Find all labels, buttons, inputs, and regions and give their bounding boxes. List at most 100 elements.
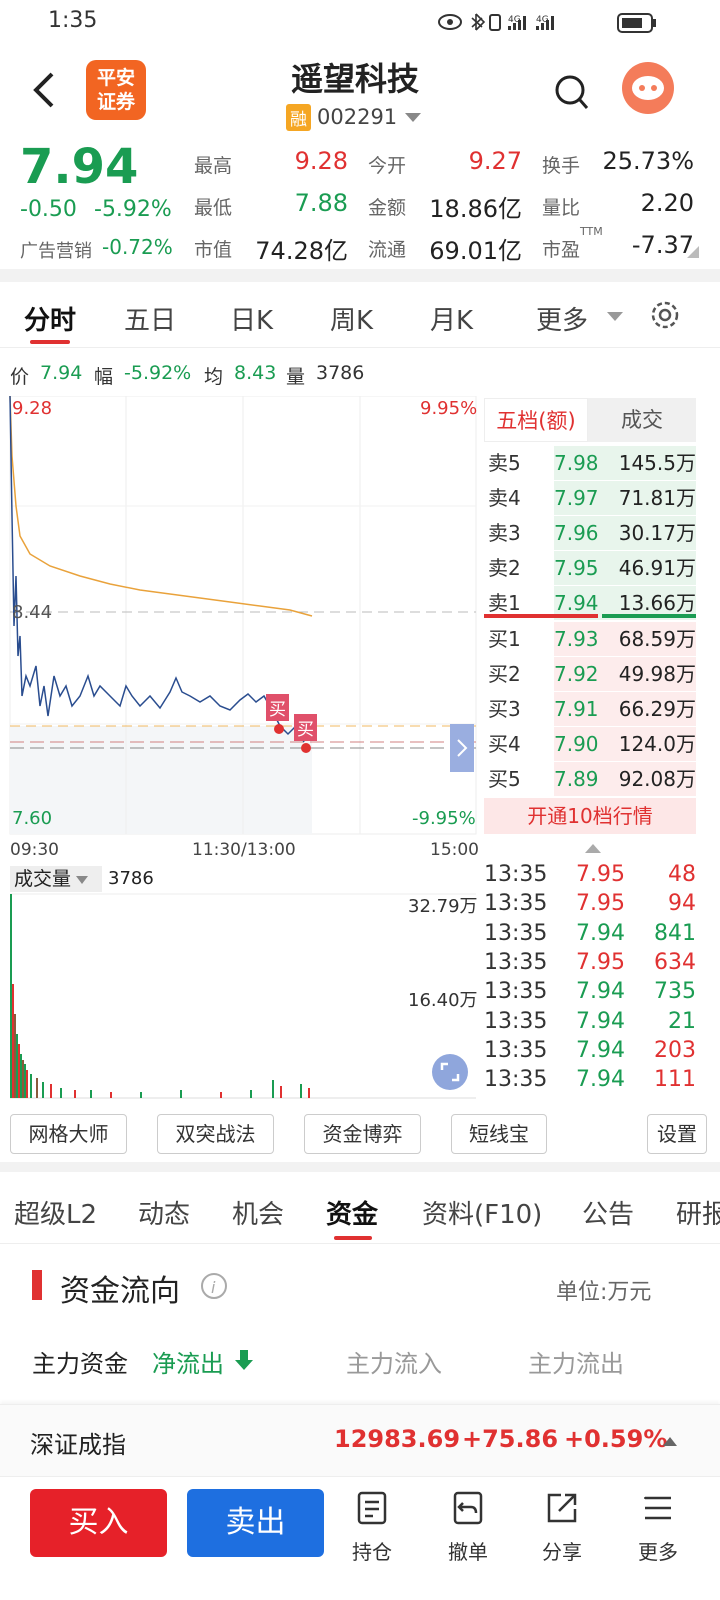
trade-row: 13:35 7.94 841 bbox=[484, 919, 716, 948]
active-tab-indicator bbox=[30, 340, 70, 344]
quote-summary: 7.94 -0.50 -5.92% 广告营销 -0.72% 最高 9.28 今开 9.… bbox=[0, 139, 720, 269]
avg-label: 均 bbox=[204, 366, 224, 388]
tab-more[interactable]: 更多 bbox=[536, 300, 588, 337]
tab-profile-f10[interactable]: 资料(F10) bbox=[422, 1194, 542, 1231]
chart-bottom-pct: -9.95% bbox=[412, 808, 476, 829]
search-icon[interactable] bbox=[554, 74, 590, 112]
index-ticker[interactable]: 深证成指 12983.69 +75.86 +0.59% bbox=[0, 1404, 720, 1476]
stat-value: 9.27 bbox=[468, 147, 522, 175]
stat-value: 69.01亿 bbox=[429, 237, 522, 265]
index-name: 深证成指 bbox=[30, 1431, 126, 1459]
chart-bottom-price: 7.60 bbox=[12, 808, 53, 829]
grid-master-button[interactable]: 网格大师 bbox=[10, 1114, 127, 1154]
gear-icon[interactable] bbox=[648, 298, 682, 332]
stock-header: 平安 证券 遥望科技 融 002291 bbox=[0, 44, 720, 139]
upgrade-level10-button[interactable]: 开通10档行情 bbox=[484, 798, 696, 834]
chevron-down-icon bbox=[405, 113, 422, 122]
level-amount: 68.59万 bbox=[618, 627, 696, 651]
sell-level-row: 卖2 7.95 46.91万 bbox=[484, 551, 716, 585]
level-amount: 49.98万 bbox=[618, 662, 696, 686]
tab-news[interactable]: 动态 bbox=[138, 1194, 190, 1231]
trade-time: 13:35 bbox=[484, 862, 548, 887]
sell-level-row: 卖5 7.98 145.5万 bbox=[484, 446, 716, 480]
stock-code-selector[interactable]: 融 002291 bbox=[286, 103, 423, 131]
buy-divider bbox=[602, 614, 696, 618]
fund-game-button[interactable]: 资金博弈 bbox=[304, 1114, 421, 1154]
volume-bars-svg bbox=[10, 893, 476, 1099]
level-label: 买1 bbox=[488, 627, 521, 651]
trade-volume: 735 bbox=[654, 979, 696, 1005]
level-label: 买3 bbox=[488, 697, 521, 721]
level-amount: 124.0万 bbox=[618, 732, 696, 756]
section-divider bbox=[0, 1162, 720, 1172]
trade-time: 13:35 bbox=[484, 979, 548, 1005]
tab-day-k[interactable]: 日K bbox=[230, 300, 273, 337]
tab-super-l2[interactable]: 超级L2 bbox=[14, 1194, 97, 1231]
trade-price: 7.94 bbox=[576, 1067, 625, 1093]
pe-ttm-sup: TTM bbox=[580, 225, 603, 238]
stat-value: -7.37 bbox=[631, 231, 694, 259]
avg-value: 8.43 bbox=[234, 362, 277, 384]
tools-settings-button[interactable]: 设置 bbox=[647, 1114, 707, 1154]
stat-value: 9.28 bbox=[294, 147, 348, 175]
vol-value: 3786 bbox=[316, 362, 365, 384]
trade-price: 7.94 bbox=[576, 979, 625, 1005]
level-amount: 46.91万 bbox=[618, 556, 696, 580]
bottom-action-bar: 买入 卖出 持仓 撤单 分享 更多 bbox=[0, 1476, 720, 1600]
share-button[interactable]: 分享 bbox=[522, 1491, 602, 1565]
trade-row: 13:35 7.94 735 bbox=[484, 977, 716, 1006]
buy-marker[interactable]: 买 bbox=[266, 694, 289, 721]
trade-price: 7.95 bbox=[576, 862, 625, 887]
trade-row: 13:35 7.95 48 bbox=[484, 860, 716, 889]
info-icon[interactable]: i bbox=[200, 1272, 228, 1300]
intraday-chart[interactable]: 买 买 9.28 9.95% 8.44 7.60 -9.95% bbox=[0, 396, 484, 836]
tab-month-k[interactable]: 月K bbox=[430, 300, 473, 337]
trade-price: 7.95 bbox=[576, 949, 625, 975]
fullscreen-button[interactable] bbox=[432, 1054, 468, 1090]
tab-week-k[interactable]: 周K bbox=[330, 300, 373, 337]
trade-price: 7.94 bbox=[576, 920, 625, 946]
sell-level-row: 卖3 7.96 30.17万 bbox=[484, 516, 716, 550]
buy-level-row: 买5 7.89 92.08万 bbox=[484, 762, 716, 796]
sell-button[interactable]: 卖出 bbox=[187, 1489, 324, 1557]
assistant-avatar[interactable] bbox=[622, 62, 674, 114]
trade-row: 13:35 7.94 111 bbox=[484, 1065, 716, 1094]
strategy-tools: 网格大师 双突战法 资金博弈 短线宝 设置 bbox=[0, 1110, 720, 1158]
stat-value: 2.20 bbox=[640, 189, 694, 217]
more-button[interactable]: 更多 bbox=[618, 1491, 698, 1565]
net-outflow-label: 净流出 bbox=[152, 1350, 224, 1378]
tab-five-levels[interactable]: 五档(额) bbox=[484, 398, 588, 442]
stat-label: 市值 bbox=[194, 239, 233, 261]
back-icon[interactable] bbox=[30, 70, 58, 110]
tab-announcements[interactable]: 公告 bbox=[582, 1194, 634, 1231]
tab-research[interactable]: 研报 bbox=[676, 1194, 720, 1230]
trade-time: 13:35 bbox=[484, 949, 548, 975]
chart-top-price: 9.28 bbox=[12, 398, 53, 419]
cancel-order-button[interactable]: 撤单 bbox=[428, 1491, 508, 1565]
svg-text:i: i bbox=[211, 1278, 216, 1297]
trade-volume: 841 bbox=[654, 920, 696, 946]
buy-marker[interactable]: 买 bbox=[294, 714, 317, 741]
level-label: 买4 bbox=[488, 732, 521, 756]
trade-volume: 111 bbox=[654, 1067, 696, 1093]
double-breakout-button[interactable]: 双突战法 bbox=[157, 1114, 274, 1154]
tab-five-day[interactable]: 五日 bbox=[124, 300, 176, 337]
level-label: 买2 bbox=[488, 662, 521, 686]
quote-stats: 最高 9.28 今开 9.27 换手 25.73% 最低 7.88 金额 18.86亿 量比 2.20… bbox=[0, 139, 720, 269]
tab-opportunity[interactable]: 机会 bbox=[232, 1194, 284, 1231]
tab-funds[interactable]: 资金 bbox=[326, 1194, 378, 1231]
trade-row: 13:35 7.95 94 bbox=[484, 889, 716, 918]
level-price: 7.92 bbox=[554, 662, 599, 686]
stat-value: 18.86亿 bbox=[429, 195, 522, 223]
level-price: 7.96 bbox=[554, 521, 599, 545]
buy-button[interactable]: 买入 bbox=[30, 1489, 167, 1557]
tab-trades[interactable]: 成交 bbox=[588, 398, 696, 442]
trade-row: 13:35 7.94 21 bbox=[484, 1007, 716, 1036]
stock-code: 002291 bbox=[317, 105, 398, 129]
tab-intraday[interactable]: 分时 bbox=[24, 300, 76, 337]
scroll-up-icon[interactable] bbox=[584, 842, 602, 854]
time-mid: 11:30/13:00 bbox=[192, 840, 296, 860]
chart-info-line: 价 7.94 幅 -5.92% 均 8.43 量 3786 bbox=[0, 356, 720, 392]
holdings-button[interactable]: 持仓 bbox=[332, 1491, 412, 1565]
short-line-button[interactable]: 短线宝 bbox=[451, 1114, 547, 1154]
